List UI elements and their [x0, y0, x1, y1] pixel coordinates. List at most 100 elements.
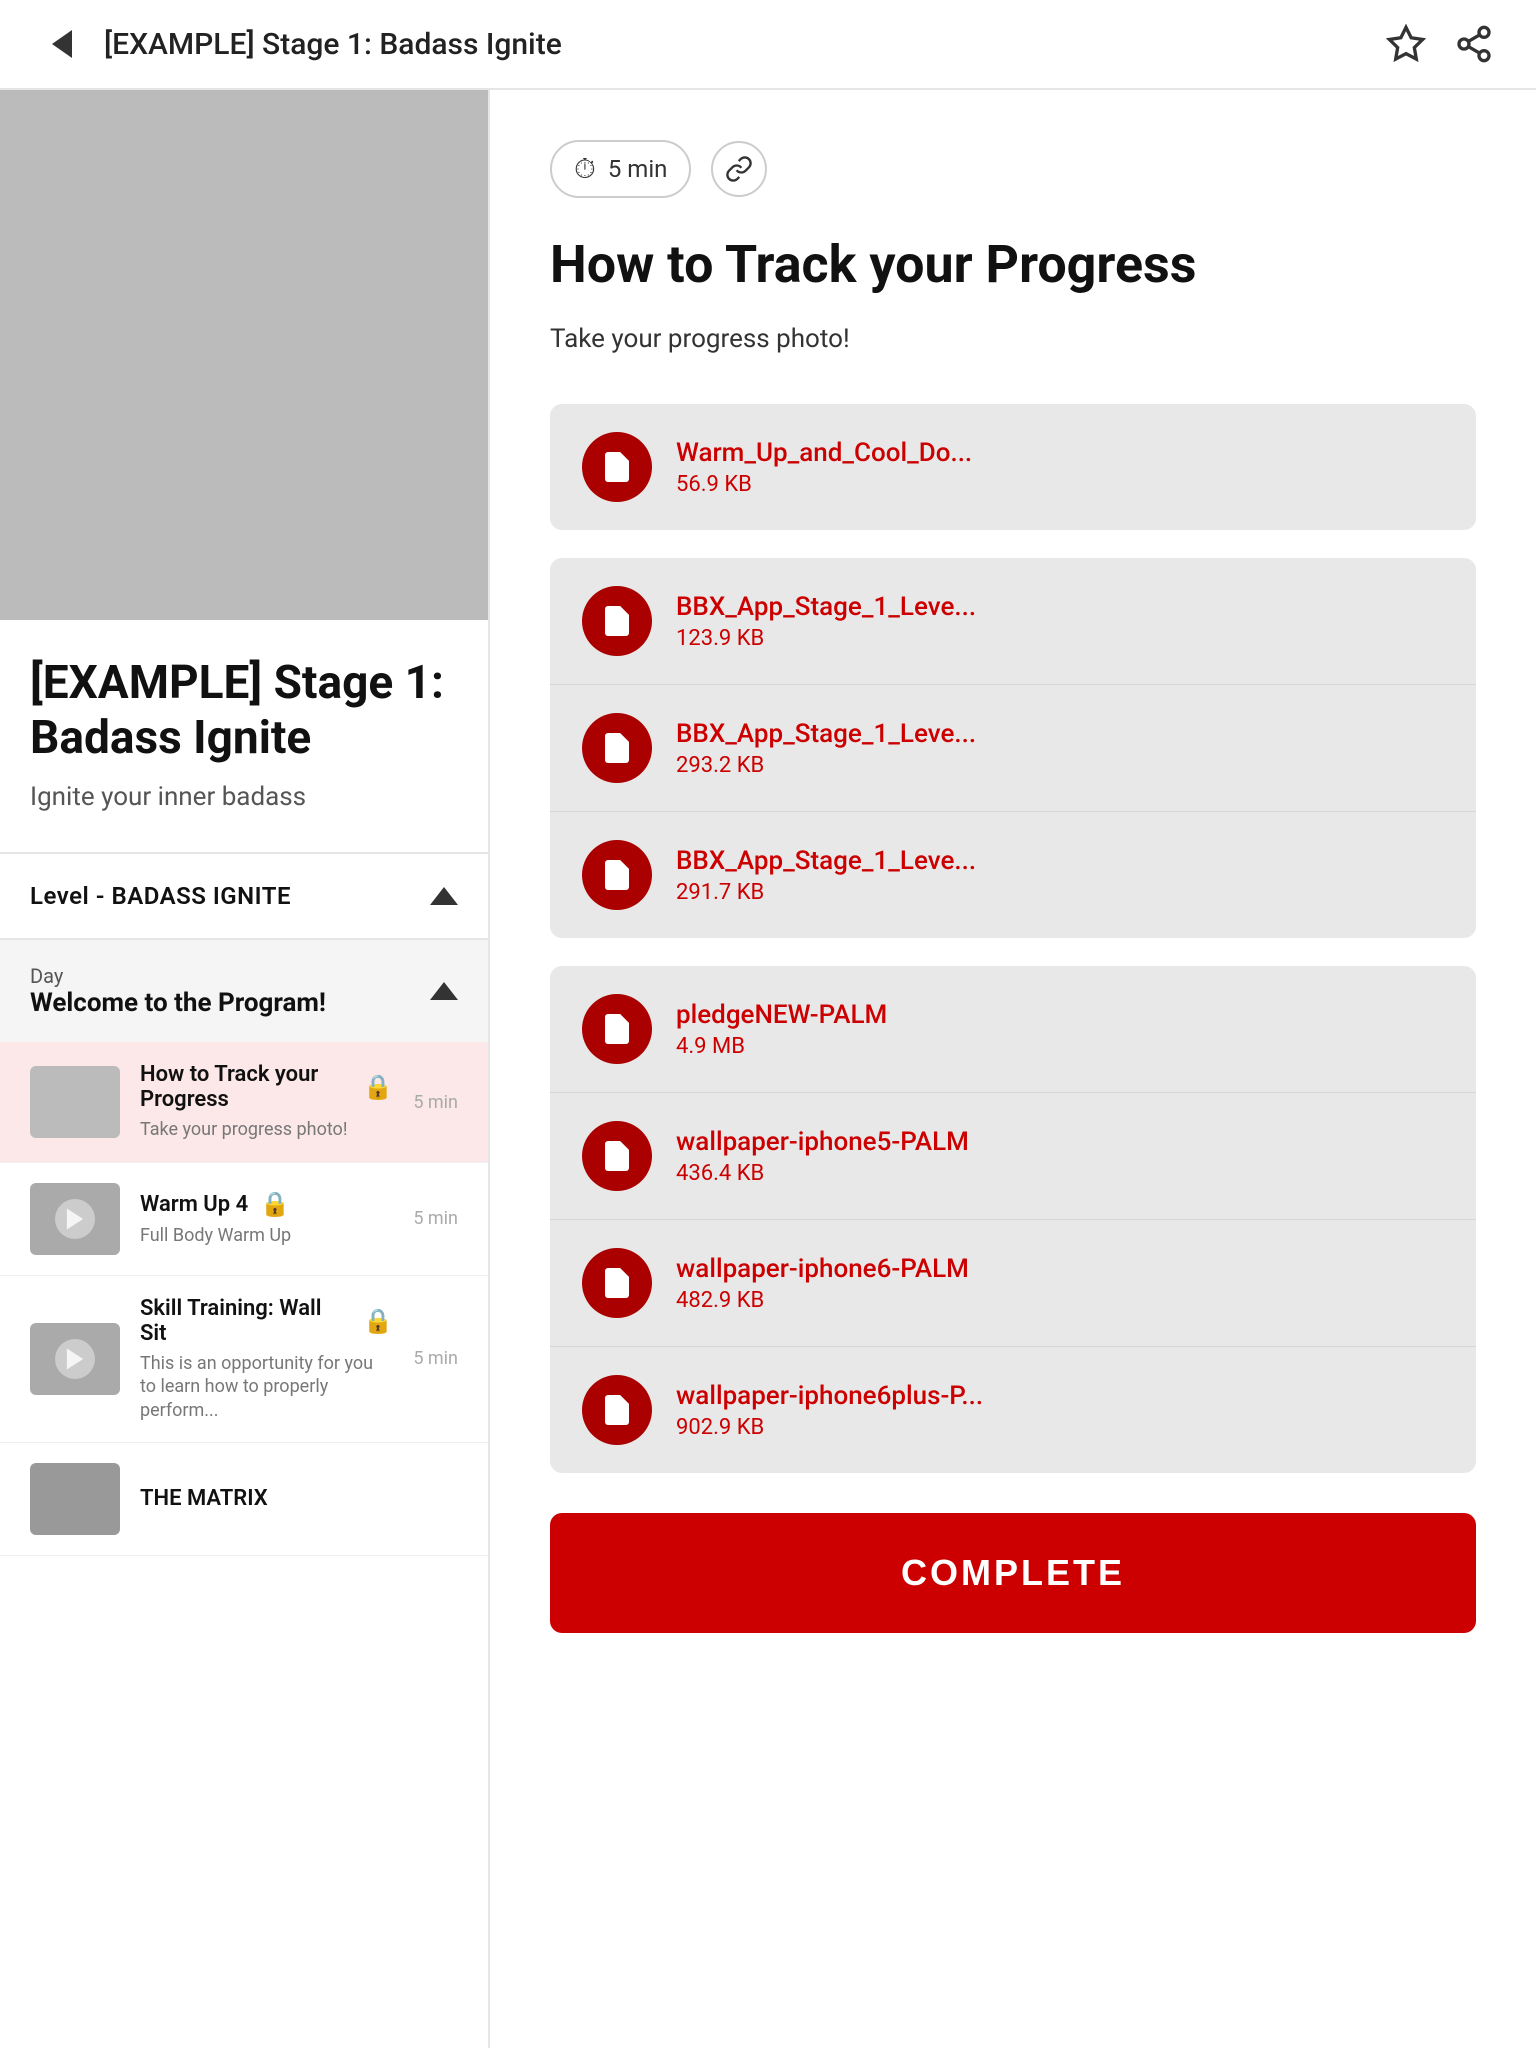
lesson-desc: Full Body Warm Up [140, 1224, 393, 1247]
lesson-title-row: THE MATRIX [140, 1486, 458, 1511]
file-name: wallpaper-iphone6plus-P... [676, 1381, 1444, 1411]
file-icon-circle [582, 1121, 652, 1191]
duration-badge: ⏱ 5 min [550, 140, 691, 198]
meta-row: ⏱ 5 min [550, 140, 1476, 198]
lesson-thumbnail [30, 1323, 120, 1395]
file-icon [599, 730, 635, 766]
file-info: wallpaper-iphone6plus-P... 902.9 KB [676, 1381, 1444, 1440]
file-icon-circle [582, 1375, 652, 1445]
file-icon [599, 1392, 635, 1428]
file-icon-circle [582, 586, 652, 656]
day-label: Day [30, 964, 326, 988]
file-name: pledgeNEW-PALM [676, 1000, 1444, 1030]
file-icon [599, 1138, 635, 1174]
lesson-item[interactable]: How to Track your Progress 🔒 Take your p… [0, 1042, 488, 1162]
file-size: 482.9 KB [676, 1288, 1444, 1313]
lesson-desc: Take your progress photo! [140, 1118, 393, 1141]
day-chevron-up-icon [430, 982, 458, 1000]
lesson-info: THE MATRIX [140, 1486, 458, 1511]
file-icon [599, 449, 635, 485]
file-size: 291.7 KB [676, 880, 1444, 905]
lesson-info: Skill Training: Wall Sit 🔒 This is an op… [140, 1296, 393, 1422]
lesson-item[interactable]: Skill Training: Wall Sit 🔒 This is an op… [0, 1276, 488, 1443]
file-name: BBX_App_Stage_1_Leve... [676, 719, 1444, 749]
star-icon [1386, 24, 1426, 64]
file-item[interactable]: wallpaper-iphone5-PALM 436.4 KB [550, 1093, 1476, 1220]
lock-icon: 🔒 [363, 1073, 393, 1101]
file-icon-circle [582, 432, 652, 502]
share-button[interactable] [1452, 22, 1496, 66]
file-group: Warm_Up_and_Cool_Do... 56.9 KB [550, 404, 1476, 530]
lesson-duration: 5 min [413, 1092, 458, 1113]
file-name: wallpaper-iphone6-PALM [676, 1254, 1444, 1284]
lesson-title-row: Warm Up 4 🔒 [140, 1190, 393, 1218]
lesson-item[interactable]: Warm Up 4 🔒 Full Body Warm Up 5 min [0, 1163, 488, 1276]
file-size: 123.9 KB [676, 626, 1444, 651]
lesson-desc: This is an opportunity for you to learn … [140, 1352, 393, 1422]
file-item[interactable]: Warm_Up_and_Cool_Do... 56.9 KB [550, 404, 1476, 530]
link-icon [725, 155, 753, 183]
file-icon-circle [582, 994, 652, 1064]
file-item[interactable]: BBX_App_Stage_1_Leve... 293.2 KB [550, 685, 1476, 812]
lesson-info: How to Track your Progress 🔒 Take your p… [140, 1062, 393, 1141]
file-item[interactable]: BBX_App_Stage_1_Leve... 291.7 KB [550, 812, 1476, 938]
file-icon-circle [582, 1248, 652, 1318]
left-panel: [EXAMPLE] Stage 1: Badass Ignite Ignite … [0, 90, 490, 2048]
level-label: Level - BADASS IGNITE [30, 882, 291, 910]
favorite-button[interactable] [1384, 22, 1428, 66]
header-title: [EXAMPLE] Stage 1: Badass Ignite [104, 27, 562, 62]
program-title: [EXAMPLE] Stage 1: Badass Ignite [30, 656, 458, 766]
file-info: BBX_App_Stage_1_Leve... 293.2 KB [676, 719, 1444, 778]
lesson-item[interactable]: THE MATRIX [0, 1443, 488, 1556]
content-title: How to Track your Progress [550, 234, 1476, 296]
program-subtitle: Ignite your inner badass [30, 782, 458, 812]
file-size: 902.9 KB [676, 1415, 1444, 1440]
lesson-title: THE MATRIX [140, 1486, 268, 1511]
lesson-thumbnail [30, 1463, 120, 1535]
file-name: BBX_App_Stage_1_Leve... [676, 592, 1444, 622]
file-group: BBX_App_Stage_1_Leve... 123.9 KB BBX_App… [550, 558, 1476, 938]
file-item[interactable]: wallpaper-iphone6-PALM 482.9 KB [550, 1220, 1476, 1347]
thumbnail-area [0, 90, 488, 620]
lock-icon: 🔒 [260, 1190, 290, 1218]
level-chevron-up-icon [430, 887, 458, 905]
file-icon [599, 1265, 635, 1301]
file-icon-circle [582, 840, 652, 910]
day-header[interactable]: Day Welcome to the Program! [0, 940, 488, 1042]
lesson-thumbnail [30, 1183, 120, 1255]
header-icons [1384, 22, 1496, 66]
file-icon [599, 603, 635, 639]
level-header[interactable]: Level - BADASS IGNITE [0, 854, 488, 938]
lesson-thumbnail [30, 1066, 120, 1138]
lesson-duration: 5 min [413, 1208, 458, 1229]
day-info: Day Welcome to the Program! [30, 964, 326, 1018]
lesson-duration: 5 min [413, 1348, 458, 1369]
back-arrow-icon [52, 30, 72, 58]
file-name: BBX_App_Stage_1_Leve... [676, 846, 1444, 876]
file-info: pledgeNEW-PALM 4.9 MB [676, 1000, 1444, 1059]
program-info: [EXAMPLE] Stage 1: Badass Ignite Ignite … [0, 620, 488, 812]
file-size: 436.4 KB [676, 1161, 1444, 1186]
clock-icon: ⏱ [574, 152, 596, 186]
lesson-title: How to Track your Progress [140, 1062, 351, 1112]
complete-button[interactable]: COMPLETE [550, 1513, 1476, 1633]
file-item[interactable]: wallpaper-iphone6plus-P... 902.9 KB [550, 1347, 1476, 1473]
lesson-title-row: How to Track your Progress 🔒 [140, 1062, 393, 1112]
file-info: wallpaper-iphone5-PALM 436.4 KB [676, 1127, 1444, 1186]
file-name: wallpaper-iphone5-PALM [676, 1127, 1444, 1157]
file-name: Warm_Up_and_Cool_Do... [676, 438, 1444, 468]
file-info: BBX_App_Stage_1_Leve... 123.9 KB [676, 592, 1444, 651]
content-link-button[interactable] [711, 141, 767, 197]
lesson-info: Warm Up 4 🔒 Full Body Warm Up [140, 1190, 393, 1247]
file-info: BBX_App_Stage_1_Leve... 291.7 KB [676, 846, 1444, 905]
lock-icon: 🔒 [363, 1307, 393, 1335]
header-left: [EXAMPLE] Stage 1: Badass Ignite [40, 22, 562, 66]
file-size: 56.9 KB [676, 472, 1444, 497]
back-button[interactable] [40, 22, 84, 66]
file-info: Warm_Up_and_Cool_Do... 56.9 KB [676, 438, 1444, 497]
file-item[interactable]: BBX_App_Stage_1_Leve... 123.9 KB [550, 558, 1476, 685]
file-icon [599, 857, 635, 893]
file-item[interactable]: pledgeNEW-PALM 4.9 MB [550, 966, 1476, 1093]
file-group: pledgeNEW-PALM 4.9 MB wallpaper-iphone5-… [550, 966, 1476, 1473]
file-icon-circle [582, 713, 652, 783]
